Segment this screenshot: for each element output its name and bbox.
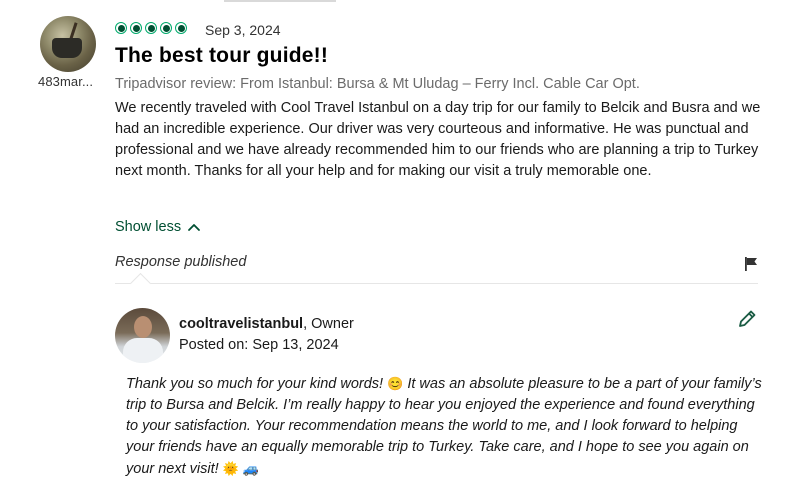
- bubble-rating: [115, 22, 187, 34]
- smiling-face-emoji: 😊: [387, 376, 404, 391]
- owner-role: , Owner: [303, 316, 354, 332]
- owner-avatar[interactable]: [115, 308, 170, 363]
- response-published-label: Response published: [115, 254, 247, 270]
- top-divider-notch: [224, 0, 336, 2]
- reviewer-name[interactable]: 483mar...: [38, 74, 93, 89]
- posted-on: Posted on: Sep 13, 2024: [179, 337, 339, 353]
- response-caret: [129, 272, 152, 295]
- show-less-button[interactable]: Show less: [115, 219, 201, 235]
- rating-bubble-icon: [160, 22, 172, 34]
- response-divider: [115, 283, 758, 284]
- chevron-up-icon: [188, 224, 200, 231]
- response-body: Thank you so much for your kind words! 😊…: [126, 373, 766, 480]
- review-date: Sep 3, 2024: [205, 22, 281, 38]
- pencil-icon[interactable]: [736, 308, 758, 330]
- car-emoji: 🚙: [242, 461, 260, 476]
- posted-on-label: Posted on:: [179, 337, 249, 353]
- posted-on-date: Sep 13, 2024: [252, 337, 339, 353]
- sun-emoji: 🌞: [222, 461, 239, 476]
- reviewer-avatar[interactable]: [40, 16, 96, 72]
- review-title: The best tour guide!!: [115, 44, 329, 67]
- owner-name[interactable]: cooltravelistanbul: [179, 316, 303, 332]
- owner-line: cooltravelistanbul, Owner: [179, 316, 354, 332]
- rating-bubble-icon: [115, 22, 127, 34]
- review-source: Tripadvisor review: From Istanbul: Bursa…: [115, 76, 640, 92]
- flag-icon[interactable]: [743, 256, 759, 272]
- show-less-label: Show less: [115, 219, 182, 235]
- rating-bubble-icon: [145, 22, 157, 34]
- response-text-part1: Thank you so much for your kind words!: [126, 376, 388, 392]
- rating-bubble-icon: [175, 22, 187, 34]
- review-body: We recently traveled with Cool Travel Is…: [115, 100, 761, 179]
- rating-bubble-icon: [130, 22, 142, 34]
